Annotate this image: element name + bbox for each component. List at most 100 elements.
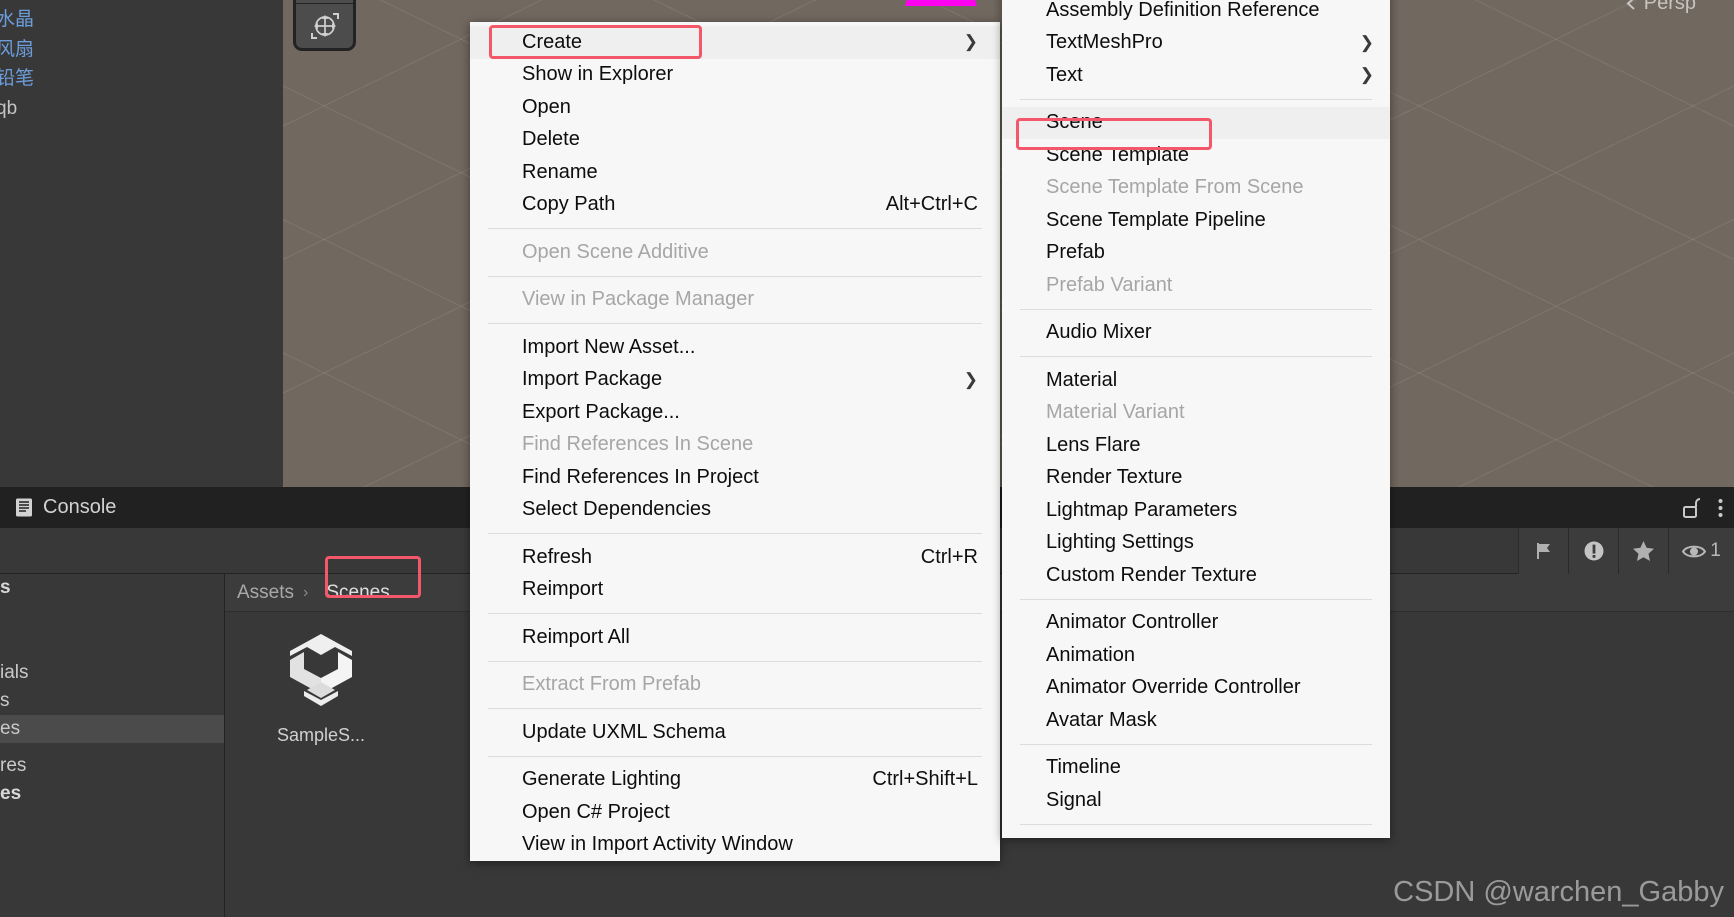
menu-item-label: View in Import Activity Window xyxy=(522,833,793,856)
camera-mode-text: Persp xyxy=(1644,0,1696,15)
hierarchy-item-3[interactable]: qb xyxy=(0,99,17,118)
menu-separator xyxy=(1020,309,1372,310)
transform-tool-button[interactable] xyxy=(296,4,353,48)
breadcrumb-scenes[interactable]: Scenes xyxy=(317,579,398,607)
lock-open-icon[interactable] xyxy=(1681,496,1701,520)
menu-separator xyxy=(488,613,982,614)
menu-item-label: Render Texture xyxy=(1046,466,1182,489)
transform-tool-icon xyxy=(310,11,340,41)
menu-item-reimport-all[interactable]: Reimport All xyxy=(470,621,1000,654)
menu-separator xyxy=(488,533,982,534)
menu-separator xyxy=(1020,99,1372,100)
menu-item-shortcut: Ctrl+Shift+L xyxy=(872,768,978,791)
submenu-item-textmeshpro[interactable]: TextMeshPro ❯ xyxy=(1002,27,1390,60)
error-pause-icon[interactable] xyxy=(1568,528,1618,574)
menu-item-open-csharp-project[interactable]: Open C# Project xyxy=(470,796,1000,829)
menu-item-open-scene-additive: Open Scene Additive xyxy=(470,236,1000,269)
menu-item-label: Find References In Project xyxy=(522,466,759,489)
unity-editor-window: 水晶 风扇 铅笔 qb Persp xyxy=(0,0,1734,917)
submenu-item-timeline[interactable]: Timeline xyxy=(1002,752,1390,785)
menu-item-label: Material Variant xyxy=(1046,401,1185,424)
menu-item-create[interactable]: Create ❯ xyxy=(470,26,1000,59)
menu-item-label: Signal xyxy=(1046,789,1102,812)
hierarchy-panel: 水晶 风扇 铅笔 qb xyxy=(0,0,283,487)
submenu-item-scene[interactable]: Scene xyxy=(1002,107,1390,140)
tab-console[interactable]: Console xyxy=(43,496,116,519)
submenu-item-avatar-mask[interactable]: Avatar Mask xyxy=(1002,704,1390,737)
scene-object-magenta[interactable] xyxy=(905,0,977,6)
submenu-item-signal[interactable]: Signal xyxy=(1002,784,1390,817)
hierarchy-item-0[interactable]: 水晶 xyxy=(0,10,34,29)
clear-on-play-icon[interactable] xyxy=(1518,528,1568,574)
menu-item-copy-path[interactable]: Copy Path Alt+Ctrl+C xyxy=(470,189,1000,222)
menu-item-label: Update UXML Schema xyxy=(522,721,726,744)
menu-item-label: Timeline xyxy=(1046,756,1121,779)
tree-row[interactable]: s xyxy=(0,574,224,602)
menu-separator xyxy=(1020,824,1372,825)
kebab-menu-icon[interactable] xyxy=(1717,497,1724,519)
menu-item-shortcut: Ctrl+R xyxy=(921,546,978,569)
menu-item-update-uxml-schema[interactable]: Update UXML Schema xyxy=(470,716,1000,749)
menu-item-label: Lens Flare xyxy=(1046,434,1141,457)
submenu-item-animation[interactable]: Animation xyxy=(1002,639,1390,672)
submenu-item-lighting-settings[interactable]: Lighting Settings xyxy=(1002,527,1390,560)
tree-row[interactable]: s xyxy=(0,687,224,715)
menu-item-generate-lighting[interactable]: Generate Lighting Ctrl+Shift+L xyxy=(470,764,1000,797)
tree-row[interactable]: ials xyxy=(0,659,224,687)
menu-item-import-package[interactable]: Import Package ❯ xyxy=(470,364,1000,397)
menu-item-rename[interactable]: Rename xyxy=(470,156,1000,189)
flag-icon xyxy=(1535,541,1553,561)
submenu-item-lens-flare[interactable]: Lens Flare xyxy=(1002,429,1390,462)
menu-item-reimport[interactable]: Reimport xyxy=(470,574,1000,607)
tree-row-label: es xyxy=(0,783,21,805)
submenu-item-text[interactable]: Text ❯ xyxy=(1002,59,1390,92)
menu-item-label: Scene Template From Scene xyxy=(1046,176,1304,199)
menu-separator xyxy=(488,276,982,277)
menu-item-label: Prefab xyxy=(1046,241,1105,264)
tree-row-label: es xyxy=(0,718,20,740)
asset-item[interactable]: SampleS... xyxy=(261,628,381,746)
menu-item-label: Reimport xyxy=(522,578,603,601)
menu-item-open[interactable]: Open xyxy=(470,91,1000,124)
submenu-item-render-texture[interactable]: Render Texture xyxy=(1002,462,1390,495)
menu-item-delete[interactable]: Delete xyxy=(470,124,1000,157)
hierarchy-item-1[interactable]: 风扇 xyxy=(0,40,34,59)
rect-tool-button[interactable] xyxy=(296,0,353,3)
submenu-item-custom-render-texture[interactable]: Custom Render Texture xyxy=(1002,559,1390,592)
submenu-item-animator-controller[interactable]: Animator Controller xyxy=(1002,607,1390,640)
menu-separator xyxy=(1020,356,1372,357)
menu-item-label: Text xyxy=(1046,64,1083,87)
menu-item-import-new-asset[interactable]: Import New Asset... xyxy=(470,331,1000,364)
menu-item-select-dependencies[interactable]: Select Dependencies xyxy=(470,494,1000,527)
menu-item-find-references-in-project[interactable]: Find References In Project xyxy=(470,461,1000,494)
favorite-icon[interactable] xyxy=(1618,528,1668,574)
submenu-item-scene-template[interactable]: Scene Template xyxy=(1002,139,1390,172)
scene-camera-mode-label[interactable]: Persp xyxy=(1624,0,1696,15)
hierarchy-item-2[interactable]: 铅笔 xyxy=(0,69,34,88)
hierarchy-item-label: 水晶 xyxy=(0,9,34,30)
tree-row[interactable]: res xyxy=(0,752,224,780)
submenu-item-animator-override-controller[interactable]: Animator Override Controller xyxy=(1002,672,1390,705)
log-count-label: 1 xyxy=(1710,540,1721,562)
menu-item-refresh[interactable]: Refresh Ctrl+R xyxy=(470,541,1000,574)
tree-row-selected[interactable]: es xyxy=(0,715,224,743)
submenu-item-lightmap-parameters[interactable]: Lightmap Parameters xyxy=(1002,494,1390,527)
submenu-item-scene-template-pipeline[interactable]: Scene Template Pipeline xyxy=(1002,204,1390,237)
star-icon xyxy=(1632,540,1655,562)
submenu-item-audio-mixer[interactable]: Audio Mixer xyxy=(1002,317,1390,350)
menu-item-view-in-import-activity-window[interactable]: View in Import Activity Window xyxy=(470,829,1000,862)
submenu-item-assembly-definition-reference[interactable]: Assembly Definition Reference xyxy=(1002,0,1390,27)
tree-row[interactable]: es xyxy=(0,780,224,808)
menu-item-export-package[interactable]: Export Package... xyxy=(470,396,1000,429)
log-count-button[interactable]: 1 xyxy=(1668,528,1734,574)
submenu-item-prefab[interactable]: Prefab xyxy=(1002,237,1390,270)
menu-item-label: Lightmap Parameters xyxy=(1046,499,1237,522)
menu-item-label: View in Package Manager xyxy=(522,288,754,311)
menu-item-label: Material xyxy=(1046,369,1117,392)
breadcrumb-assets[interactable]: Assets xyxy=(237,582,294,604)
exclamation-circle-icon xyxy=(1582,539,1606,563)
console-filter-buttons: 1 xyxy=(1518,528,1734,574)
hierarchy-item-label: 铅笔 xyxy=(0,68,34,89)
menu-item-show-in-explorer[interactable]: Show in Explorer xyxy=(470,59,1000,92)
submenu-item-material[interactable]: Material xyxy=(1002,364,1390,397)
